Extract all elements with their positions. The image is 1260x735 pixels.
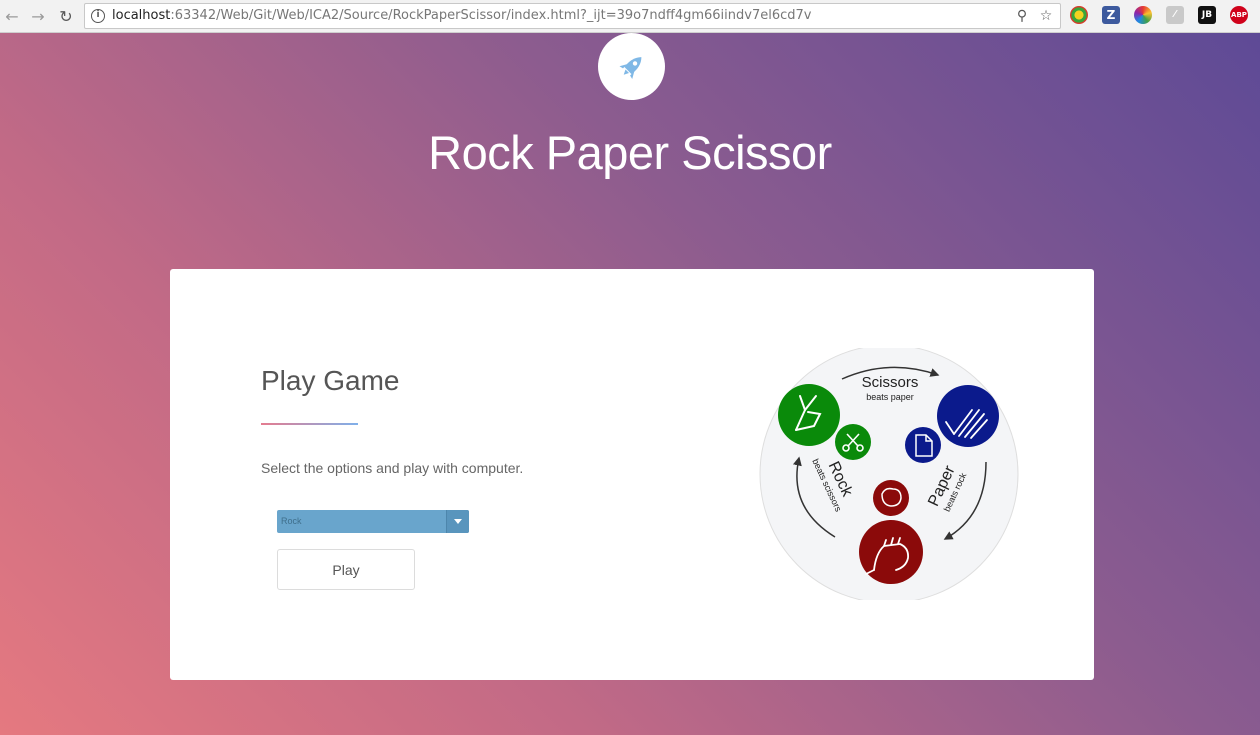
rocket-icon	[619, 57, 642, 80]
extension-pdf-icon[interactable]: ⁄	[1166, 6, 1184, 24]
choice-select-value: Rock	[281, 516, 302, 526]
rock-circle	[859, 520, 923, 584]
back-arrow-icon[interactable]: ←	[0, 4, 24, 28]
forward-arrow-icon[interactable]: →	[26, 4, 50, 28]
title-underline	[261, 423, 358, 425]
play-button[interactable]: Play	[277, 549, 415, 590]
browser-toolbar: ← → ↻ i localhost:63342/Web/Git/Web/ICA2…	[0, 0, 1260, 33]
rules-diagram: Scissors beats paper Rock beats scissors…	[759, 348, 1019, 600]
logo-circle	[598, 33, 665, 100]
info-icon[interactable]: i	[91, 9, 105, 23]
scissors-circle	[778, 384, 840, 446]
extension-google-icon[interactable]	[1070, 6, 1088, 24]
reload-icon[interactable]: ↻	[54, 4, 78, 28]
document-icon	[915, 434, 933, 457]
bookmark-star-icon[interactable]: ☆	[1037, 7, 1055, 25]
extension-color-wheel-icon[interactable]	[1134, 6, 1152, 24]
address-bar[interactable]: i localhost:63342/Web/Git/Web/ICA2/Sourc…	[84, 3, 1061, 29]
small-rock-circle	[873, 480, 909, 516]
choice-select[interactable]: Rock	[277, 510, 469, 533]
scissors-label: Scissors	[862, 374, 919, 391]
page-title: Rock Paper Scissor	[428, 126, 832, 179]
extension-jb-icon[interactable]: JB	[1198, 6, 1216, 24]
small-scissors-circle	[835, 424, 871, 460]
scissors-sublabel: beats paper	[866, 392, 914, 402]
url-text[interactable]: localhost:63342/Web/Git/Web/ICA2/Source/…	[112, 8, 812, 23]
page-background: Rock Paper Scissor Play Game Select the …	[0, 33, 1260, 735]
game-card: Play Game Select the options and play wi…	[170, 269, 1094, 680]
zoom-icon[interactable]: ⚲	[1013, 7, 1031, 25]
card-description: Select the options and play with compute…	[261, 460, 524, 476]
extension-z-icon[interactable]: Z	[1102, 6, 1120, 24]
card-title: Play Game	[261, 365, 400, 396]
extension-adblock-icon[interactable]: ABP	[1230, 6, 1248, 24]
chevron-down-icon[interactable]	[446, 510, 469, 533]
